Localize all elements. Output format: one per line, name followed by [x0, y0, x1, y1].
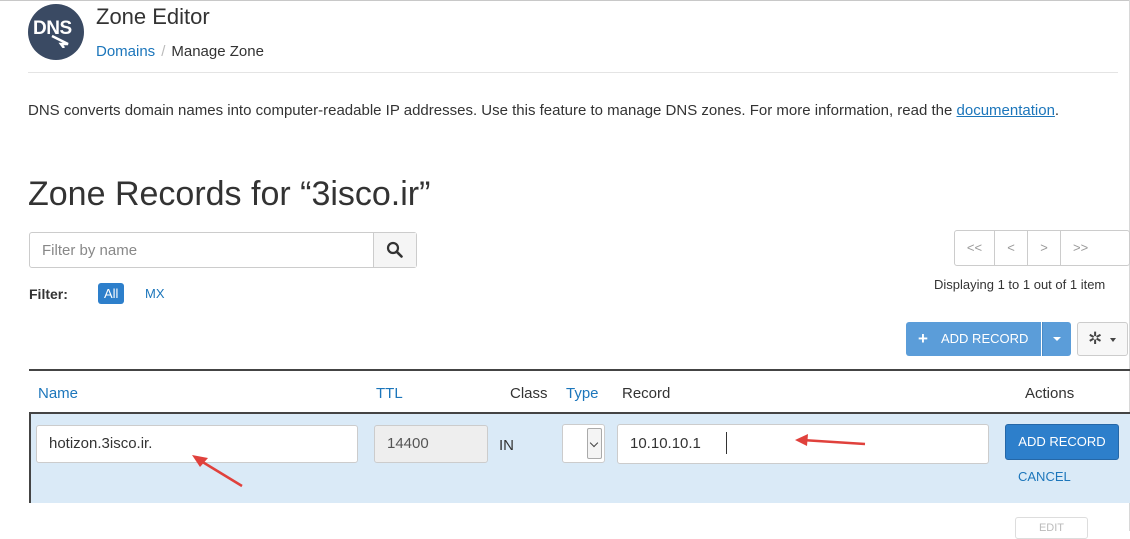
search-box: [29, 232, 417, 268]
zone-records-heading: Zone Records for “3isco.ir”: [28, 175, 431, 213]
breadcrumb: Domains / Manage Zone: [96, 43, 264, 60]
submit-add-record-button[interactable]: ADD RECORD: [1005, 424, 1119, 460]
documentation-link[interactable]: documentation: [957, 102, 1055, 119]
column-header-name[interactable]: Name: [38, 385, 78, 402]
record-type-select[interactable]: [562, 424, 605, 463]
column-header-type[interactable]: Type: [566, 385, 599, 402]
breadcrumb-domains-link[interactable]: Domains: [96, 43, 155, 60]
cancel-link[interactable]: CANCEL: [1018, 469, 1071, 484]
chevron-down-icon: [1110, 338, 1116, 342]
record-class-value: IN: [499, 437, 514, 454]
filter-mx-button[interactable]: MX: [145, 286, 165, 301]
page-header: DNS Zone Editor Domains / Manage Zone: [28, 0, 1118, 73]
record-value-input[interactable]: 10.10.10.1: [617, 424, 989, 464]
pagination: << < > >>: [954, 230, 1130, 266]
settings-dropdown-button[interactable]: ✲: [1077, 322, 1128, 356]
ttl-input[interactable]: 14400: [374, 425, 488, 463]
logo-cursor-icon: [51, 34, 69, 48]
page: DNS Zone Editor Domains / Manage Zone DNS …: [0, 0, 1130, 539]
add-record-dropdown-toggle[interactable]: [1042, 322, 1071, 356]
column-header-actions: Actions: [1025, 385, 1075, 402]
text-cursor: [726, 432, 727, 454]
filter-by-name-input[interactable]: [30, 233, 374, 267]
search-button[interactable]: [373, 233, 416, 267]
description-suffix: .: [1054, 102, 1060, 119]
column-header-ttl[interactable]: TTL: [376, 385, 403, 402]
breadcrumb-current: Manage Zone: [171, 43, 264, 60]
chevron-down-icon: [587, 428, 602, 459]
search-icon: [386, 241, 403, 258]
table-header-divider: [29, 369, 1130, 371]
page-title: Zone Editor: [96, 4, 210, 29]
record-name-input[interactable]: hotizon.3isco.ir.: [36, 425, 358, 463]
edit-button[interactable]: EDIT: [1015, 517, 1088, 539]
column-header-class: Class: [510, 385, 548, 402]
add-record-label: ADD RECORD: [941, 331, 1029, 346]
prev-page-button[interactable]: <: [994, 230, 1028, 266]
first-page-button[interactable]: <<: [954, 230, 995, 266]
last-page-button[interactable]: >>: [1060, 230, 1130, 266]
page-description: DNS converts domain names into computer-…: [28, 100, 1108, 122]
column-header-record: Record: [622, 385, 671, 402]
gear-icon: ✲: [1088, 329, 1103, 348]
description-text: DNS converts domain names into computer-…: [28, 102, 953, 119]
filter-all-button[interactable]: All: [98, 283, 125, 304]
breadcrumb-separator: /: [161, 43, 166, 60]
dns-logo-icon: DNS: [28, 4, 84, 60]
next-page-button[interactable]: >: [1027, 230, 1061, 266]
row-left-border: [29, 414, 31, 503]
pagination-status: Displaying 1 to 1 out of 1 item: [934, 277, 1106, 292]
add-record-button[interactable]: + ADD RECORD: [906, 322, 1041, 356]
filter-label: Filter:: [29, 286, 68, 302]
edit-label: EDIT: [1038, 522, 1065, 534]
plus-icon: +: [918, 329, 928, 348]
